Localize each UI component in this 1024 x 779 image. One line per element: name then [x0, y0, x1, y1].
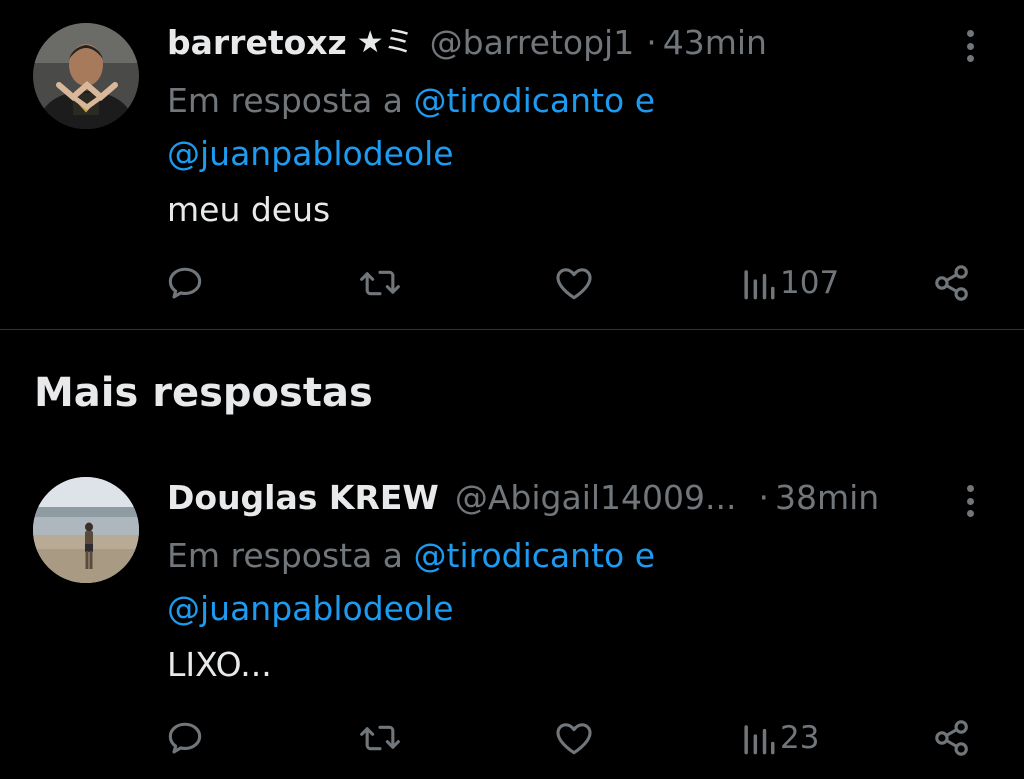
user-handle[interactable]: @barretopj1 [430, 20, 635, 66]
heart-icon [556, 723, 592, 755]
mention-link[interactable]: @juanpablodeole [167, 589, 454, 628]
views-count: 107 [780, 265, 840, 301]
reply-conjunction[interactable]: e [635, 81, 655, 120]
reply-button[interactable] [163, 258, 207, 308]
reply-icon [168, 267, 202, 299]
tweet-actions: 23 [0, 713, 1024, 763]
retweet-icon [360, 270, 400, 296]
tweet-text: meu deus [167, 190, 331, 229]
mention-link[interactable]: @tirodicanto [414, 536, 625, 575]
share-icon [935, 720, 968, 756]
avatar[interactable] [33, 477, 139, 583]
views-button[interactable]: 23 [742, 713, 819, 763]
like-button[interactable] [551, 713, 597, 763]
reply-prefix: Em resposta a [167, 536, 404, 575]
separator-dot: · [646, 23, 657, 62]
section-title: Mais respostas [34, 370, 373, 416]
reply-prefix: Em resposta a [167, 81, 404, 120]
timestamp[interactable]: 38min [775, 475, 879, 521]
views-button[interactable]: 107 [742, 258, 839, 308]
display-name[interactable]: Douglas KREW [167, 475, 439, 521]
retweet-button[interactable] [357, 713, 403, 763]
views-icon [744, 725, 775, 755]
views-count: 23 [780, 720, 820, 756]
tweet-actions: 107 [0, 258, 1024, 308]
timestamp[interactable]: 43min [663, 20, 767, 66]
reply-conjunction[interactable]: e [635, 536, 655, 575]
retweet-button[interactable] [357, 258, 403, 308]
name-badge: ★ミ [356, 25, 414, 60]
reply-icon [168, 722, 202, 754]
mention-link[interactable]: @tirodicanto [414, 81, 625, 120]
tweet-header: Douglas KREW @Abigail14009... · 38min [167, 475, 879, 521]
share-icon [935, 265, 968, 301]
retweet-icon [360, 725, 400, 751]
separator-dot: · [758, 478, 769, 517]
mention-link[interactable]: @juanpablodeole [167, 134, 454, 173]
share-button[interactable] [930, 713, 974, 763]
user-handle[interactable]: @Abigail14009... [455, 475, 737, 521]
avatar[interactable] [33, 23, 139, 129]
share-button[interactable] [930, 258, 974, 308]
reply-context: Em resposta a @tirodicanto e @juanpablod… [167, 74, 907, 180]
divider [0, 329, 1024, 330]
reply-button[interactable] [163, 713, 207, 763]
more-vertical-icon[interactable] [958, 26, 982, 66]
tweet[interactable]: Douglas KREW @Abigail14009... · 38min Em… [0, 455, 1024, 779]
display-name[interactable]: barretoxz [167, 20, 347, 66]
reply-context: Em resposta a @tirodicanto e @juanpablod… [167, 529, 907, 635]
heart-icon [556, 268, 592, 300]
tweet-header: barretoxz ★ミ @barretopj1 · 43min [167, 20, 767, 66]
like-button[interactable] [551, 258, 597, 308]
views-icon [744, 270, 775, 300]
tweet-text: LIXO... [167, 645, 272, 684]
tweet[interactable]: barretoxz ★ミ @barretopj1 · 43min Em resp… [0, 0, 1024, 330]
more-vertical-icon[interactable] [958, 481, 982, 521]
